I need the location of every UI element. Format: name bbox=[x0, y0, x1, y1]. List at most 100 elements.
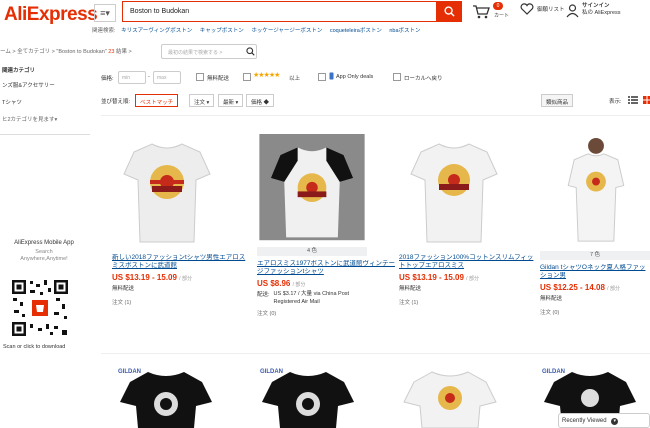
shipping-info: 無料配送 bbox=[540, 296, 563, 302]
app-only-checkbox[interactable] bbox=[318, 73, 326, 81]
shipping-label: 配送: bbox=[257, 292, 270, 298]
price-value: US $13.19 - 15.09 bbox=[112, 273, 177, 282]
order-count[interactable]: 注文 (0) bbox=[540, 308, 650, 316]
product-card[interactable]: 2018ファッション100%コットンスリムフィットトップエアロスミス US $1… bbox=[399, 134, 538, 306]
product-image[interactable] bbox=[257, 134, 367, 245]
signin-link[interactable]: サインイン 私の AliExpress bbox=[582, 3, 621, 17]
divider bbox=[101, 353, 650, 354]
product-image[interactable] bbox=[112, 134, 222, 250]
user-icon[interactable] bbox=[566, 4, 579, 20]
mobile-app-title: AliExpress Mobile App bbox=[14, 240, 74, 246]
sort-bar: 並び替え順: ベストマッチ 注文 ▾ 最新 ▾ 価格 ◆ 類似商品 表示: bbox=[101, 93, 650, 109]
product-image[interactable] bbox=[400, 368, 500, 428]
sort-orders-label: 注文 bbox=[194, 100, 206, 106]
sidebar-item[interactable]: ンズ服&アクセサリー bbox=[0, 81, 90, 89]
scan-download-link[interactable]: Scan or click to download bbox=[3, 344, 65, 350]
related-link[interactable]: ホッケージャージーボストン bbox=[251, 28, 322, 34]
product-card[interactable]: 4 色 エアロスミス1977ボストンに武道館ヴィンテージファッションtシャツ U… bbox=[257, 134, 396, 317]
refine-search-icon[interactable] bbox=[246, 47, 255, 58]
search-button[interactable] bbox=[436, 1, 462, 22]
sidebar-item[interactable]: Tシャツ bbox=[0, 98, 90, 106]
heart-icon bbox=[520, 3, 534, 15]
related-searches: 関連検索: キリスアーヴィングボストン キャップボストン ホッケージャージーボス… bbox=[92, 26, 427, 34]
local-return-checkbox[interactable] bbox=[393, 73, 401, 81]
product-image[interactable] bbox=[399, 134, 509, 250]
cart-icon bbox=[473, 5, 490, 19]
price-max-input[interactable]: max bbox=[153, 71, 181, 84]
product-title[interactable]: Gildan tシャツOネック夏人格ファッション男 bbox=[540, 264, 650, 280]
shipping-detail: US $3.17 / 大量 via China Post Registered … bbox=[273, 291, 350, 305]
price-unit: / 部分 bbox=[607, 286, 620, 292]
mobile-app-promo: AliExpress Mobile App Search Anywhere,An… bbox=[0, 240, 88, 263]
price-value: US $12.25 - 14.08 bbox=[540, 283, 605, 292]
similar-products-button[interactable]: 類似商品 bbox=[541, 94, 574, 107]
sort-label: 並び替え順: bbox=[101, 99, 131, 105]
search-input[interactable]: Boston to Budokan bbox=[122, 1, 436, 22]
sort-price[interactable]: 価格 ◆ bbox=[246, 94, 275, 107]
aliexpress-logo[interactable]: AliExpress bbox=[4, 4, 98, 26]
breadcrumb: ーム > 全てカテゴリ > "Boston to Budokan" 23 結果 … bbox=[0, 47, 132, 55]
category-sidebar: 関連カテゴリ ンズ服&アクセサリー Tシャツ ヒ2カテゴリを見ます▾ bbox=[0, 66, 90, 132]
related-label: 関連検索: bbox=[92, 28, 116, 34]
product-price: US $13.19 - 15.09 / 部分 bbox=[399, 273, 538, 282]
result-count: 23 bbox=[108, 49, 115, 55]
brand-label: GILDAN bbox=[118, 369, 141, 375]
recently-viewed-tab[interactable]: Recently Viewed ▾ bbox=[558, 413, 650, 428]
app-only-label: App Only deals bbox=[336, 74, 374, 80]
mobile-app-subtitle: Anywhere,Anytime! bbox=[20, 256, 68, 262]
rating-checkbox[interactable] bbox=[243, 73, 251, 81]
refine-search-input[interactable]: 最初の結果で検索する > bbox=[161, 44, 257, 59]
product-image[interactable] bbox=[540, 134, 650, 249]
color-count[interactable]: 7 色 bbox=[540, 251, 650, 260]
product-title[interactable]: 新しい2018ファッションtシャツ男性エアロスミスボストンに武道館 bbox=[112, 254, 251, 270]
product-image[interactable] bbox=[258, 368, 358, 428]
breadcrumb-path[interactable]: ーム > 全てカテゴリ > "Boston to Budokan" bbox=[0, 49, 107, 55]
sort-newest-label: 最新 bbox=[223, 100, 235, 106]
price-dash: - bbox=[148, 74, 150, 80]
related-link[interactable]: nbaボストン bbox=[389, 28, 420, 34]
list-view-icon[interactable] bbox=[628, 96, 638, 106]
order-count[interactable]: 注文 (1) bbox=[399, 298, 538, 306]
sort-best-match[interactable]: ベストマッチ bbox=[135, 94, 179, 107]
category-menu-button[interactable]: ≡▾ bbox=[94, 4, 116, 22]
free-shipping-checkbox[interactable] bbox=[196, 73, 204, 81]
related-link[interactable]: coqueteleiraボストン bbox=[330, 28, 382, 34]
price-unit: / 部分 bbox=[179, 276, 192, 282]
related-link[interactable]: キャップボストン bbox=[200, 28, 244, 34]
order-count[interactable]: 注文 (0) bbox=[257, 309, 396, 317]
divider bbox=[101, 115, 650, 116]
mobile-phone-icon bbox=[329, 72, 334, 82]
mobile-app-subtitle: Search bbox=[35, 249, 53, 255]
sort-newest[interactable]: 最新 ▾ bbox=[218, 94, 244, 107]
free-shipping-label: 無料配送 bbox=[207, 76, 230, 82]
product-image[interactable] bbox=[116, 368, 216, 428]
price-value: US $8.96 bbox=[257, 279, 291, 288]
product-price: US $13.19 - 15.09 / 部分 bbox=[112, 273, 251, 282]
cart-label[interactable]: カート bbox=[494, 12, 509, 19]
product-title[interactable]: エアロスミス1977ボストンに武道館ヴィンテージファッションtシャツ bbox=[257, 260, 396, 276]
grid-view-icon[interactable] bbox=[643, 96, 650, 106]
product-title[interactable]: 2018ファッション100%コットンスリムフィットトップエアロスミス bbox=[399, 254, 538, 270]
sort-price-label: 価格 bbox=[251, 100, 263, 106]
qr-code[interactable] bbox=[10, 278, 70, 338]
color-count[interactable]: 4 色 bbox=[257, 247, 367, 256]
signin-label: サインイン bbox=[582, 3, 610, 9]
price-value: US $13.19 - 15.09 bbox=[399, 273, 464, 282]
product-card[interactable]: 新しい2018ファッションtシャツ男性エアロスミスボストンに武道館 US $13… bbox=[112, 134, 251, 306]
breadcrumb-suffix: 結果 > bbox=[115, 49, 132, 55]
shipping-info: 無料配送 bbox=[399, 286, 422, 292]
filter-bar: 価格: min - max 無料配送 ★★★★★ 以上 App Only dea… bbox=[101, 70, 650, 86]
product-price: US $8.96 / 部分 bbox=[257, 279, 396, 288]
shipping-info: 配送: US $3.17 / 大量 via China Post Registe… bbox=[257, 290, 396, 306]
sidebar-more-link[interactable]: ヒ2カテゴリを見ます▾ bbox=[0, 115, 90, 123]
sort-orders[interactable]: 注文 ▾ bbox=[189, 94, 215, 107]
order-count[interactable]: 注文 (1) bbox=[112, 298, 251, 306]
brand-label: GILDAN bbox=[260, 369, 283, 375]
sidebar-divider bbox=[0, 134, 90, 135]
related-link[interactable]: キリスアーヴィングボストン bbox=[121, 28, 192, 34]
search-icon bbox=[443, 6, 455, 17]
product-card[interactable]: 7 色 Gildan tシャツOネック夏人格ファッション男 US $12.25 … bbox=[540, 134, 650, 316]
wishlist-link[interactable]: 御願リスト bbox=[520, 3, 565, 15]
price-min-input[interactable]: min bbox=[118, 71, 146, 84]
rating-stars: ★★★★★ bbox=[253, 72, 280, 79]
